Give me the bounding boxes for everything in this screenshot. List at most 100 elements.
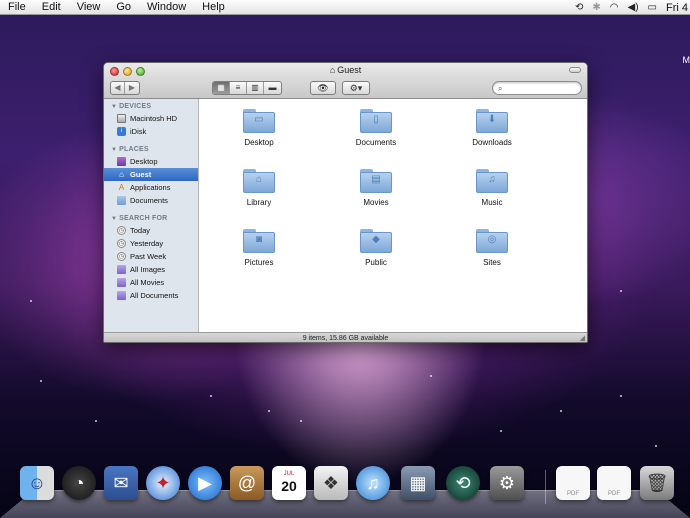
clock-arrow-icon: ⟲ [455,473,471,493]
list-view-button[interactable]: ≡ [230,82,247,94]
spaces-dock-icon[interactable]: ▦ [401,466,435,500]
folder-desktop[interactable]: ▭ Desktop [211,109,307,147]
desktop-icon [117,157,126,166]
back-forward-control: ◀ ▶ [110,81,140,95]
hard-drive-icon [117,114,126,123]
file-label: Music [481,198,503,207]
forward-button[interactable]: ▶ [125,82,139,94]
folder-pictures[interactable]: ◙ Pictures [211,229,307,267]
icon-view-button[interactable]: ▦ [213,82,230,94]
sidebar-item-idisk[interactable]: i iDisk [104,125,198,138]
sidebar-item-all-movies[interactable]: All Movies [104,276,198,289]
volume-icon[interactable]: ◀) [628,0,639,15]
disclosure-triangle-icon[interactable]: ▼ [111,147,117,153]
bluetooth-icon[interactable]: ✱ [592,0,600,15]
pdf-document-dock-icon-2[interactable]: PDF [597,466,631,500]
wifi-icon[interactable]: ◠ [610,0,619,15]
sidebar-item-today[interactable]: ◷ Today [104,224,198,237]
sidebar-item-label: Past Week [130,252,167,261]
sidebar-item-label: All Movies [130,278,165,287]
resize-grip-icon[interactable]: ◢ [580,334,585,342]
time-machine-dock-icon[interactable]: ⟲ [446,466,480,500]
preview-dock-icon[interactable]: ❖ [314,466,348,500]
finder-dock-icon[interactable]: ☺ [20,466,54,500]
sidebar-item-macintosh-hd[interactable]: Macintosh HD [104,112,198,125]
sidebar-item-yesterday[interactable]: ◷ Yesterday [104,237,198,250]
sidebar-item-label: Documents [130,196,168,205]
file-label: Movies [363,198,389,207]
folder-documents[interactable]: ▯ Documents [328,109,424,147]
clock-icon: ◷ [117,226,126,235]
music-note-icon: ♫ [366,473,380,493]
menu-window[interactable]: Window [139,0,194,15]
search-icon: ⌕ [498,84,503,93]
search-input[interactable] [507,83,577,93]
smart-folder-icon [117,265,126,274]
quick-look-button[interactable]: 👁 [310,81,336,95]
cover-flow-button[interactable]: ▬ [264,82,281,94]
menu-help[interactable]: Help [194,0,233,15]
home-icon: ⌂ [119,170,124,179]
folder-movies[interactable]: ▤ Movies [328,169,424,207]
menu-bar: File Edit View Go Window Help ⟲ ✱ ◠ ◀) ▭… [0,0,690,15]
sidebar-item-past-week[interactable]: ◷ Past Week [104,250,198,263]
sidebar-item-all-images[interactable]: All Images [104,263,198,276]
safari-dock-icon[interactable]: ✦ [146,466,180,500]
system-preferences-dock-icon[interactable]: ⚙ [490,466,524,500]
sidebar-item-label: Macintosh HD [130,114,178,123]
action-menu-button[interactable]: ⚙▾ [342,81,370,95]
menu-clock[interactable]: Fri 4 [666,2,688,14]
folder-library[interactable]: ⌂ Library [211,169,307,207]
movies-folder-icon: ▤ [360,169,392,193]
input-menu-icon[interactable]: ▭ [648,0,657,15]
sidebar-item-documents[interactable]: Documents [104,194,198,207]
folder-sites[interactable]: ◎ Sites [444,229,540,267]
disclosure-triangle-icon[interactable]: ▼ [111,216,117,222]
address-book-dock-icon[interactable]: @ [230,466,264,500]
menu-view[interactable]: View [69,0,109,15]
sidebar-item-label: iDisk [130,127,147,136]
sidebar-item-all-documents[interactable]: All Documents [104,289,198,302]
sidebar-item-desktop[interactable]: Desktop [104,155,198,168]
trash-icon: 🗑 [645,473,669,493]
sidebar-item-applications[interactable]: A Applications [104,181,198,194]
folder-music[interactable]: ♫ Music [444,169,540,207]
sidebar-item-guest[interactable]: ⌂ Guest [104,168,198,181]
back-button[interactable]: ◀ [111,82,125,94]
documents-folder-icon [117,196,126,205]
itunes-dock-icon[interactable]: ♫ [356,466,390,500]
documents-folder-icon: ▯ [360,109,392,133]
sidebar-header-devices: ▼ DEVICES [111,103,152,110]
file-label: Documents [355,138,397,147]
folder-downloads[interactable]: ⬇ Downloads [444,109,540,147]
time-machine-icon[interactable]: ⟲ [575,0,583,15]
folder-public[interactable]: ◆ Public [328,229,424,267]
pdf-document-dock-icon[interactable]: PDF [556,466,590,500]
dashboard-dock-icon[interactable]: ◔ [62,466,96,500]
trash-dock-icon[interactable]: 🗑 [640,466,674,500]
disclosure-triangle-icon[interactable]: ▼ [111,104,117,110]
calendar-month: JUL [283,471,295,477]
menu-go[interactable]: Go [108,0,139,15]
ical-dock-icon[interactable]: JUL 20 [272,466,306,500]
sites-folder-icon: ◎ [476,229,508,253]
smart-folder-icon [117,278,126,287]
applications-icon: A [118,183,125,192]
clock-icon: ◷ [117,239,126,248]
desktop-hd-label[interactable]: M [683,55,690,65]
mail-dock-icon[interactable]: ✉ [104,466,138,500]
ichat-dock-icon[interactable]: ▶ [188,466,222,500]
sidebar-header-places: ▼ PLACES [111,146,149,153]
menu-file[interactable]: File [0,0,34,15]
eye-icon: 👁 [317,83,329,93]
search-field[interactable]: ⌕ [492,81,582,95]
window-title: ⌂ Guest [104,65,587,75]
toolbar-toggle-button[interactable] [569,67,581,73]
menu-edit[interactable]: Edit [34,0,69,15]
dock-separator [545,470,546,504]
file-label: Downloads [472,138,512,147]
video-camera-icon: ▶ [198,473,212,493]
column-view-button[interactable]: ▥ [247,82,264,94]
file-browser-content: ▭ Desktop ▯ Documents ⬇ Downloads ⌂ Libr… [199,99,587,332]
finder-window: ⌂ Guest ◀ ▶ ▦ ≡ ▥ ▬ 👁 ⚙▾ ⌕ ▼ DEVICES Macin… [103,62,588,343]
